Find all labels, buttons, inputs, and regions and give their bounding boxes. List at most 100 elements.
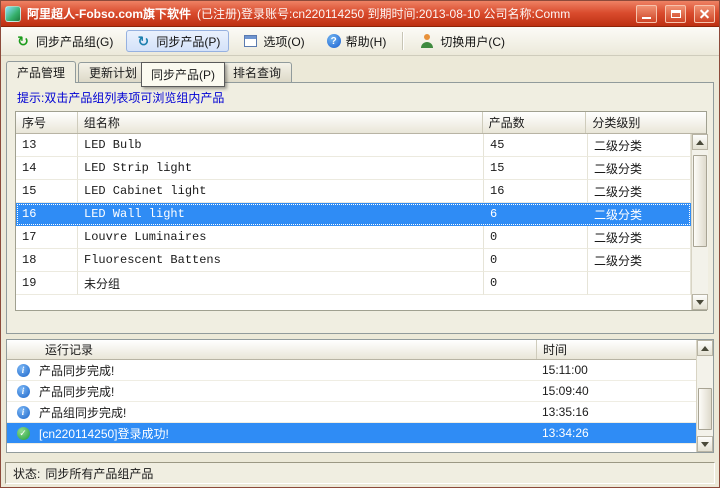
log-row[interactable]: i 产品组同步完成! 13:35:16 <box>7 402 696 423</box>
col-header-level[interactable]: 分类级别 <box>586 112 706 133</box>
scroll-down-button[interactable] <box>697 436 713 452</box>
close-button[interactable] <box>694 5 715 23</box>
cell-id: 18 <box>16 249 78 272</box>
scroll-up-button[interactable] <box>692 134 708 150</box>
cell-id: 17 <box>16 226 78 249</box>
table-row[interactable]: 17 Louvre Luminaires 0 二级分类 <box>16 226 691 249</box>
cell-name: LED Bulb <box>78 134 484 157</box>
col-header-id[interactable]: 序号 <box>16 112 78 133</box>
cell-name: LED Strip light <box>78 157 484 180</box>
log-message: 产品同步完成! <box>39 362 536 379</box>
cell-count: 45 <box>484 134 588 157</box>
app-icon <box>5 6 21 22</box>
minimize-icon <box>642 17 651 19</box>
status-label: 状态: <box>13 465 40 482</box>
table-row[interactable]: 18 Fluorescent Battens 0 二级分类 <box>16 249 691 272</box>
window-account-info: (已注册)登录账号:cn220114250 到期时间:2013-08-10 公司… <box>197 5 628 22</box>
log-message: 产品组同步完成! <box>39 404 536 421</box>
table-header: 序号 组名称 产品数 分类级别 <box>16 112 706 134</box>
tooltip: 同步产品(P) <box>141 62 225 87</box>
options-button[interactable]: 选项(O) <box>233 30 313 52</box>
toolbar: ↻ 同步产品组(G) ↻ 同步产品(P) 选项(O) ? 帮助(H) 切换用户(… <box>1 27 719 56</box>
cell-level: 二级分类 <box>588 203 691 226</box>
switch-user-button[interactable]: 切换用户(C) <box>410 30 514 52</box>
toolbar-separator <box>402 32 403 50</box>
tab-update-plan[interactable]: 更新计划 <box>78 62 148 82</box>
table-row[interactable]: 15 LED Cabinet light 16 二级分类 <box>16 180 691 203</box>
log-scrollbar[interactable] <box>696 340 713 452</box>
close-icon <box>695 6 714 22</box>
sync-product-group-button[interactable]: ↻ 同步产品组(G) <box>6 30 122 52</box>
col-header-name[interactable]: 组名称 <box>78 112 483 133</box>
scroll-thumb[interactable] <box>698 388 712 430</box>
scroll-up-icon <box>701 346 709 351</box>
info-icon: i <box>17 364 30 377</box>
status-field: 状态: 同步所有产品组产品 <box>5 462 715 484</box>
log-time: 15:11:00 <box>536 363 696 377</box>
cell-name: LED Wall light <box>78 203 484 226</box>
cell-name: LED Cabinet light <box>78 180 484 203</box>
tab-strip: 产品管理 更新计划 智能标题 排名查询 <box>1 56 719 82</box>
info-icon: i <box>17 406 30 419</box>
scroll-up-button[interactable] <box>697 340 713 356</box>
button-label: 同步产品组(G) <box>36 33 113 50</box>
tab-rank-query[interactable]: 排名查询 <box>222 62 292 82</box>
log-time: 13:34:26 <box>536 426 696 440</box>
button-label: 切换用户(C) <box>440 33 505 50</box>
cell-level: 二级分类 <box>588 134 691 157</box>
scroll-thumb[interactable] <box>693 155 707 247</box>
log-header-time[interactable]: 时间 <box>536 340 696 359</box>
cell-count: 15 <box>484 157 588 180</box>
button-label: 同步产品(P) <box>156 33 220 50</box>
log-row[interactable]: i 产品同步完成! 15:11:00 <box>7 360 696 381</box>
help-icon: ? <box>327 34 341 48</box>
table-row-selected[interactable]: 16 LED Wall light 6 二级分类 <box>16 203 691 226</box>
scroll-down-icon <box>696 300 704 305</box>
log-message: [cn220114250]登录成功! <box>39 425 536 442</box>
log-header: 运行记录 时间 <box>7 340 696 360</box>
cell-count: 0 <box>484 249 588 272</box>
table-row[interactable]: 13 LED Bulb 45 二级分类 <box>16 134 691 157</box>
switch-user-icon <box>420 34 434 48</box>
cell-name: 未分组 <box>78 272 484 295</box>
titlebar: 阿里超人-Fobso.com旗下软件 (已注册)登录账号:cn220114250… <box>1 1 719 27</box>
table-body: 13 LED Bulb 45 二级分类 14 LED Strip light 1… <box>16 134 706 310</box>
window-title: 阿里超人-Fobso.com旗下软件 <box>27 5 191 22</box>
cell-id: 15 <box>16 180 78 203</box>
button-label: 选项(O) <box>263 33 304 50</box>
table-rows: 13 LED Bulb 45 二级分类 14 LED Strip light 1… <box>16 134 691 310</box>
cell-id: 16 <box>16 203 78 226</box>
scroll-track[interactable] <box>697 356 713 436</box>
options-icon <box>244 35 257 47</box>
scroll-up-icon <box>696 140 704 145</box>
log-message: 产品同步完成! <box>39 383 536 400</box>
cell-count: 0 <box>484 226 588 249</box>
log-content: 运行记录 时间 i 产品同步完成! 15:11:00 i 产品同步完成! 15:… <box>7 340 696 452</box>
log-header-record[interactable]: 运行记录 <box>7 340 536 359</box>
cell-name: Fluorescent Battens <box>78 249 484 272</box>
button-label: 帮助(H) <box>346 33 387 50</box>
help-button[interactable]: ? 帮助(H) <box>318 30 396 52</box>
table-row[interactable]: 19 未分组 0 <box>16 272 691 295</box>
log-panel: 运行记录 时间 i 产品同步完成! 15:11:00 i 产品同步完成! 15:… <box>6 339 714 453</box>
cell-level: 二级分类 <box>588 157 691 180</box>
cell-name: Louvre Luminaires <box>78 226 484 249</box>
hint-text: 提示:双击产品组列表项可浏览组内产品 <box>17 89 705 106</box>
log-row-selected[interactable]: ✓ [cn220114250]登录成功! 13:34:26 <box>7 423 696 444</box>
maximize-icon <box>671 10 681 18</box>
scroll-down-icon <box>701 442 709 447</box>
table-row[interactable]: 14 LED Strip light 15 二级分类 <box>16 157 691 180</box>
cell-level <box>588 272 691 295</box>
app-window: 阿里超人-Fobso.com旗下软件 (已注册)登录账号:cn220114250… <box>0 0 720 488</box>
sync-group-icon: ↻ <box>15 34 31 49</box>
col-header-count[interactable]: 产品数 <box>483 112 587 133</box>
info-icon: i <box>17 385 30 398</box>
log-row[interactable]: i 产品同步完成! 15:09:40 <box>7 381 696 402</box>
sync-product-button[interactable]: ↻ 同步产品(P) <box>126 30 229 52</box>
table-scrollbar[interactable] <box>691 134 708 310</box>
minimize-button[interactable] <box>636 5 657 23</box>
scroll-down-button[interactable] <box>692 294 708 310</box>
tab-product-management[interactable]: 产品管理 <box>6 61 76 83</box>
maximize-button[interactable] <box>665 5 686 23</box>
scroll-track[interactable] <box>692 150 708 294</box>
